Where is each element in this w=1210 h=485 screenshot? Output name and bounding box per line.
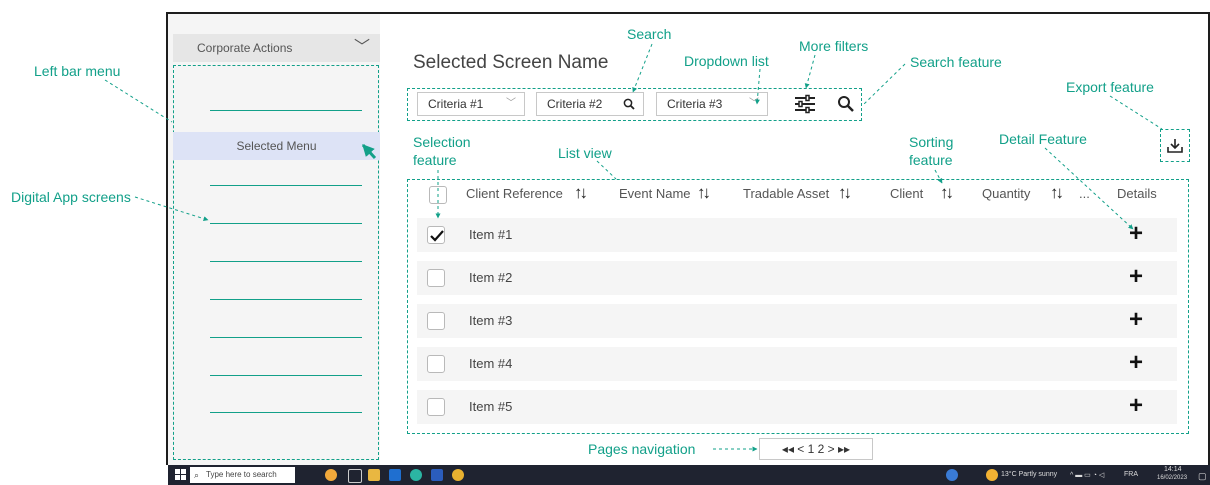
taskbar-time[interactable]: 14:14 xyxy=(1164,466,1182,473)
outlook-icon[interactable] xyxy=(389,469,401,481)
edge-icon[interactable] xyxy=(410,469,422,481)
file-explorer-icon[interactable] xyxy=(368,469,380,481)
annotation-arrows xyxy=(104,43,1163,452)
tray-icons[interactable]: ^ ▬ ▭ ◔ ◁ xyxy=(1070,471,1104,479)
windows-start-icon[interactable] xyxy=(175,469,187,481)
search-icon: ⌕ xyxy=(194,470,200,480)
help-icon[interactable] xyxy=(946,469,958,481)
notification-icon[interactable]: ▢ xyxy=(1198,471,1207,482)
widget-icon[interactable] xyxy=(325,469,337,481)
weather-icon xyxy=(986,469,998,481)
taskbar-language[interactable]: FRA xyxy=(1124,471,1138,478)
taskbar-weather[interactable]: 13°C Partly sunny xyxy=(1001,471,1057,478)
word-icon[interactable] xyxy=(431,469,443,481)
task-view-icon[interactable] xyxy=(348,469,362,483)
taskbar-search-placeholder: Type here to search xyxy=(206,470,277,479)
taskbar-search-input[interactable]: ⌕ Type here to search xyxy=(190,467,295,483)
chrome-icon[interactable] xyxy=(452,469,464,481)
taskbar-date[interactable]: 16/02/2023 xyxy=(1157,475,1187,481)
